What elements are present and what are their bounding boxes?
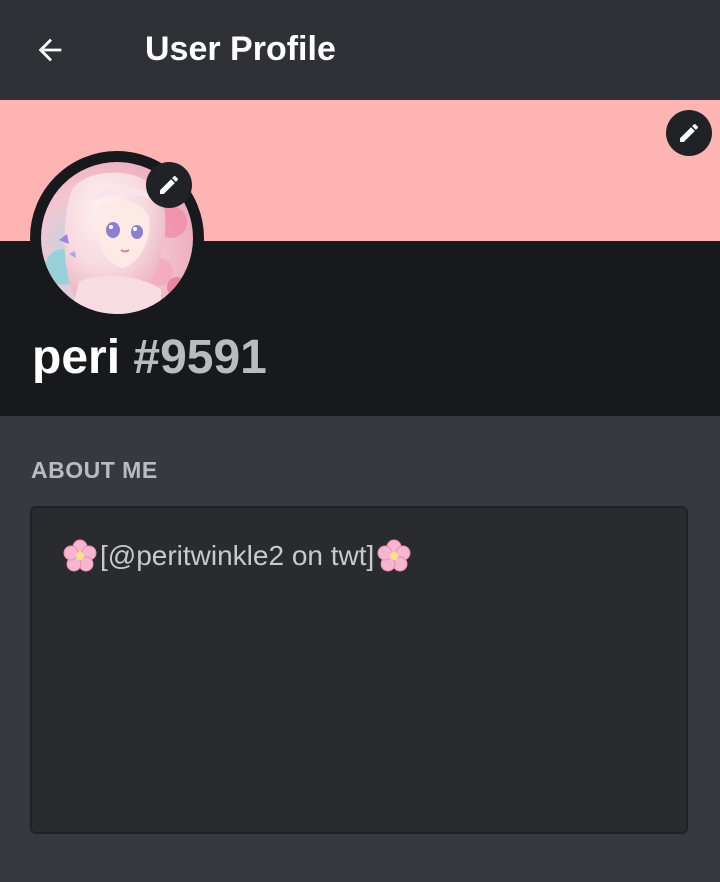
cherry-blossom-icon: [63, 539, 97, 572]
pencil-icon: [160, 175, 179, 194]
about-me-label: ABOUT ME: [31, 457, 158, 483]
page-title: User Profile: [145, 30, 336, 68]
about-me-content: [@peritwinkle2 on twt]: [62, 536, 412, 576]
cherry-blossom-icon: [377, 539, 411, 572]
about-me-text: [@peritwinkle2 on twt]: [100, 540, 375, 571]
about-me-field[interactable]: [@peritwinkle2 on twt]: [30, 506, 688, 834]
edit-avatar-button[interactable]: [146, 162, 192, 208]
arrow-left-icon: [38, 38, 62, 62]
discriminator: #9591: [133, 331, 267, 384]
app-header: User Profile: [0, 0, 720, 100]
user-tag: peri #9591: [32, 328, 267, 388]
pencil-icon: [680, 123, 699, 142]
back-button[interactable]: [22, 22, 78, 78]
edit-banner-button[interactable]: [666, 110, 712, 156]
username: peri: [32, 331, 121, 384]
